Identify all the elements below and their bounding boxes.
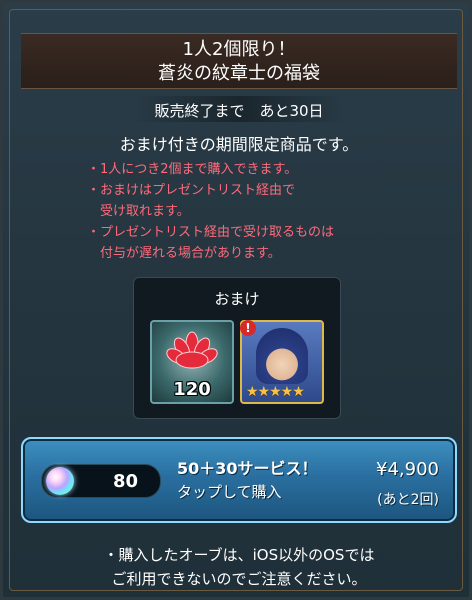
orb-price: 80 xyxy=(112,471,138,492)
offer-description: おまけ付きの期間限定商品です。 xyxy=(119,135,359,154)
note-line: ・おまけはプレゼントリスト経由で xyxy=(87,183,296,198)
purchase-price: ¥4,900 xyxy=(376,459,439,480)
title-line-2: 蒼炎の紋章士の福袋 xyxy=(158,63,320,84)
purchase-subtitle: タップして購入 xyxy=(177,483,282,501)
rarity-stars: ★★★★★ xyxy=(246,384,305,400)
alert-badge: ! xyxy=(240,320,256,336)
note-line: ・プレゼントリスト経由で受け取るものは xyxy=(87,225,335,240)
purchase-title: 50＋30サービス！ xyxy=(177,459,318,478)
hero-portrait-icon xyxy=(256,328,308,384)
shop-dialog: 1人2個限り！ 蒼炎の紋章士の福袋 販売終了まで あと30日 おまけ付きの期間限… xyxy=(0,0,472,600)
purchase-button[interactable]: 80 50＋30サービス！ タップして購入 ¥4,900 (あと2回) xyxy=(21,437,457,523)
footer-notice: ・購入したオーブは、iOS以外のOSでは ご利用できないのでご注意ください。 xyxy=(3,543,472,591)
title-line-1: 1人2個限り！ xyxy=(182,39,296,60)
orb-icon xyxy=(46,467,74,495)
bonus-title: おまけ xyxy=(214,290,260,308)
note-line: 付与が遅れる場合があります。 xyxy=(87,246,281,261)
bonus-item-orbs[interactable]: 120 xyxy=(150,320,234,404)
footer-line-2: ご利用できないのでご注意ください。 xyxy=(111,570,367,588)
sale-countdown: 販売終了まで あと30日 xyxy=(154,102,324,120)
remaining-purchases: (あと2回) xyxy=(377,492,439,508)
bonus-orb-count: 120 xyxy=(173,379,211,400)
note-line: ・1人につき2個まで購入できます。 xyxy=(87,162,298,177)
offer-notes: ・1人につき2個まで購入できます。 ・おまけはプレゼントリスト経由で 受け取れま… xyxy=(87,159,407,264)
red-lotus-orb-icon xyxy=(166,331,218,369)
bonus-panel: おまけ 120 ! ★★★★★ xyxy=(133,277,341,419)
footer-line-1: ・購入したオーブは、iOS以外のOSでは xyxy=(103,546,375,564)
bonus-item-hero[interactable]: ! ★★★★★ xyxy=(240,320,324,404)
page-title: 1人2個限り！ 蒼炎の紋章士の福袋 xyxy=(21,33,457,89)
orb-price-pill: 80 xyxy=(41,464,161,498)
note-line: 受け取れます。 xyxy=(87,204,190,219)
